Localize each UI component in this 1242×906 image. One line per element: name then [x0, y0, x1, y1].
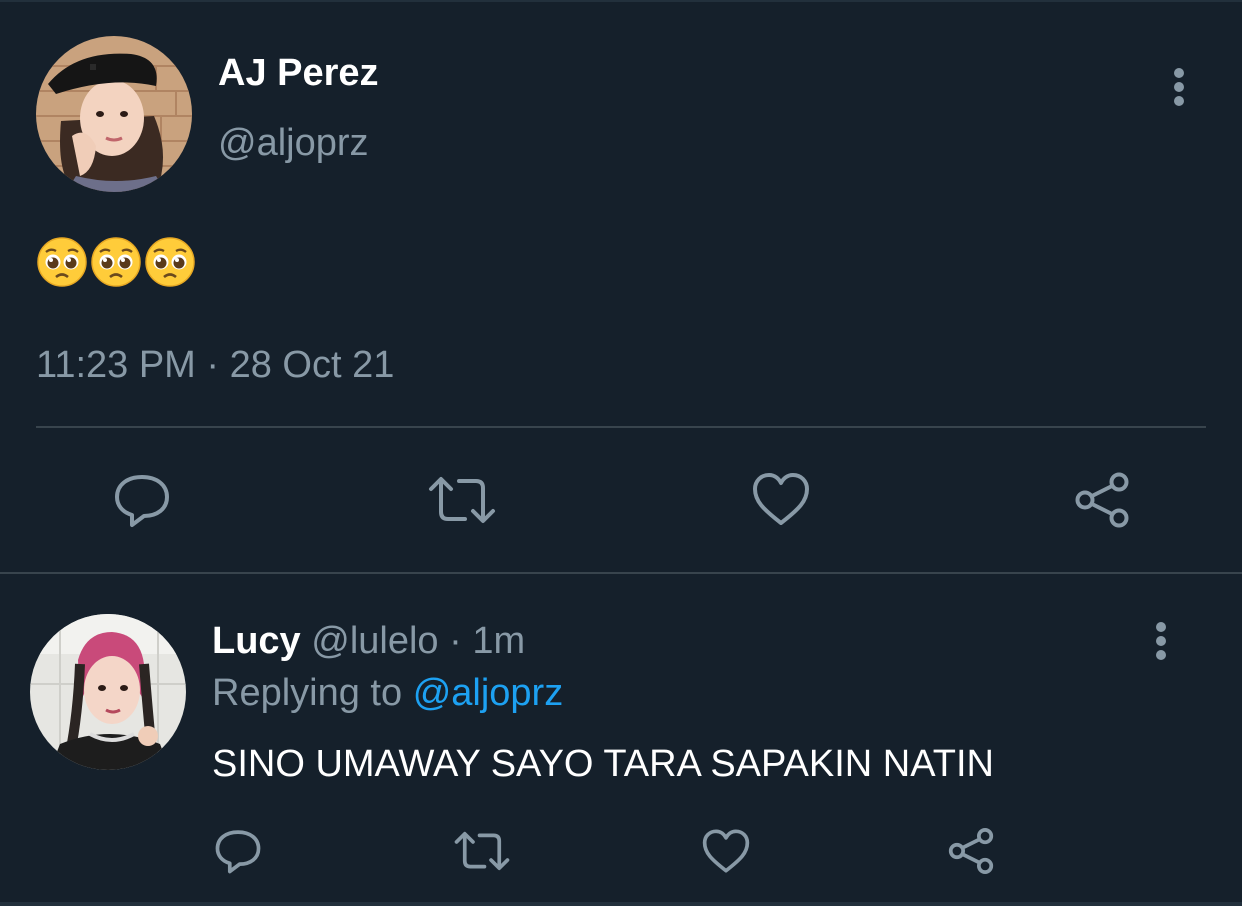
pleading-face-emoji — [37, 237, 87, 287]
reply-icon — [215, 830, 261, 874]
retweet-icon — [454, 831, 510, 871]
replying-to: Replying to @aljoprz — [212, 670, 563, 716]
reply-header: Lucy @lulelo · 1m — [212, 618, 525, 664]
reply-author-name[interactable]: Lucy — [212, 620, 301, 662]
more-options-icon[interactable] — [1166, 66, 1192, 110]
tweet-timestamp[interactable]: 11:23 PM · 28 Oct 21 — [36, 342, 394, 388]
pleading-face-emoji — [145, 237, 195, 287]
top-border — [0, 0, 1242, 2]
divider — [36, 426, 1206, 428]
avatar[interactable] — [36, 36, 192, 192]
divider — [0, 572, 1242, 574]
reply-button[interactable] — [212, 826, 264, 876]
reply-avatar[interactable] — [30, 614, 186, 770]
share-button[interactable] — [1070, 470, 1134, 530]
retweet-icon — [429, 477, 495, 523]
retweet-button[interactable] — [452, 828, 512, 874]
share-icon — [1075, 472, 1129, 528]
reply-author-handle[interactable]: @lulelo — [311, 620, 438, 662]
heart-icon — [753, 473, 809, 525]
share-button[interactable] — [944, 826, 998, 876]
author-name[interactable]: AJ Perez — [218, 50, 379, 96]
heart-icon — [702, 829, 750, 873]
bottom-border — [0, 902, 1242, 906]
like-button[interactable] — [700, 826, 752, 876]
retweet-button[interactable] — [426, 472, 498, 528]
author-handle[interactable]: @aljoprz — [218, 120, 369, 166]
share-icon — [948, 828, 994, 874]
tweet-body — [36, 236, 196, 288]
pleading-face-emoji — [91, 237, 141, 287]
like-button[interactable] — [750, 470, 812, 528]
avatar-photo — [30, 614, 186, 770]
mention-link[interactable]: @aljoprz — [413, 672, 564, 714]
reply-text: SINO UMAWAY SAYO TARA SAPAKIN NATIN — [212, 743, 994, 785]
replying-label: Replying to — [212, 672, 403, 714]
reply-icon — [115, 475, 169, 527]
more-options-icon[interactable] — [1148, 620, 1174, 664]
reply-button[interactable] — [110, 470, 174, 530]
reply-age: · 1m — [449, 620, 526, 662]
tweet-detail-page: AJ Perez @aljoprz 11:23 PM · 28 Oct 21 L… — [0, 0, 1242, 906]
avatar-photo — [36, 36, 192, 192]
